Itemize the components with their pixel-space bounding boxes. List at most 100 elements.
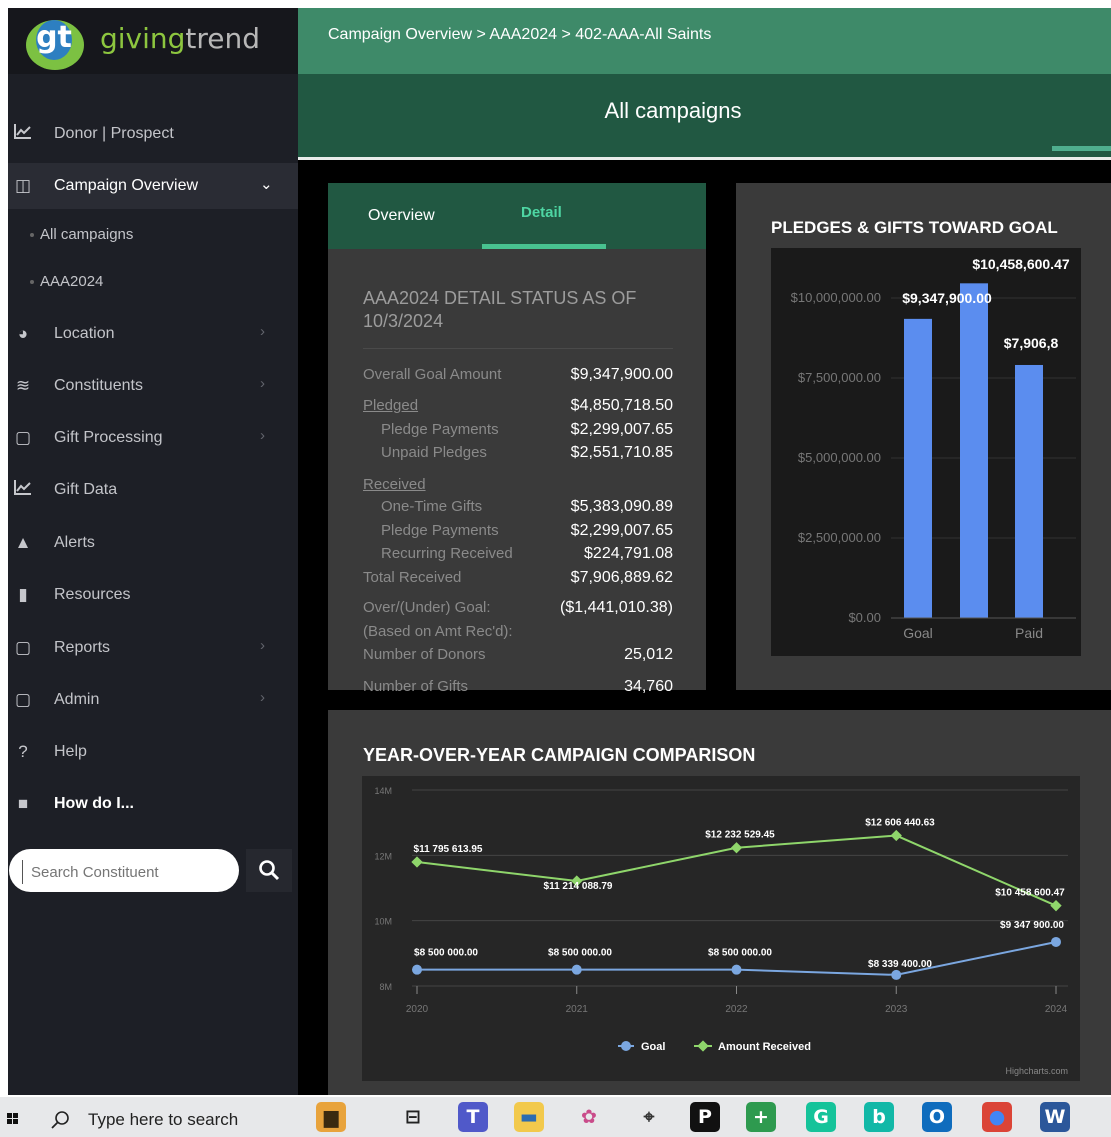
maps-icon[interactable]: ⌖ bbox=[634, 1102, 664, 1132]
task-view-icon[interactable]: ⊟ bbox=[398, 1102, 428, 1132]
detail-row-label[interactable]: Received bbox=[363, 476, 426, 493]
sidebar-item-admin[interactable]: ▢ Admin › bbox=[8, 677, 298, 723]
teams-icon[interactable]: T bbox=[458, 1102, 488, 1132]
x-tick-label: 2022 bbox=[725, 1004, 748, 1015]
parking-icon[interactable]: P bbox=[690, 1102, 720, 1132]
note-icon: ▢ bbox=[14, 428, 32, 447]
sidebar-item-label: Constituents bbox=[54, 377, 143, 394]
data-label: $10,458,600.47 bbox=[972, 256, 1070, 272]
sidebar-item-donor-prospect[interactable]: Donor | Prospect bbox=[8, 111, 298, 157]
yoy-chart-title: YEAR-OVER-YEAR CAMPAIGN COMPARISON bbox=[363, 745, 756, 765]
detail-row: Number of Donors 25,012 bbox=[363, 646, 673, 663]
x-tick-label: 2023 bbox=[885, 1004, 908, 1015]
detail-row-value: 34,760 bbox=[624, 678, 673, 695]
grammarly-icon[interactable]: G bbox=[806, 1102, 836, 1132]
y-tick-label: $2,500,000.00 bbox=[798, 530, 881, 545]
sidebar-item-label: Help bbox=[54, 743, 87, 760]
sidebar-item-label: Alerts bbox=[54, 534, 95, 551]
detail-row: (Based on Amt Rec'd): bbox=[363, 623, 673, 640]
data-point bbox=[731, 964, 742, 975]
briefcase-icon[interactable]: ▆ bbox=[316, 1102, 346, 1132]
y-tick-label: 12M bbox=[374, 851, 392, 861]
sidebar-item-reports[interactable]: ▢ Reports › bbox=[8, 625, 298, 671]
y-tick-label: $5,000,000.00 bbox=[798, 450, 881, 465]
sidebar-item-gift-processing[interactable]: ▢ Gift Processing › bbox=[8, 415, 298, 461]
logo-mark: gt bbox=[26, 20, 84, 70]
video-icon: ■ bbox=[17, 794, 29, 813]
data-label: $11 795 613.95 bbox=[414, 844, 483, 855]
line-chart-icon bbox=[12, 123, 34, 145]
tab-detail[interactable]: Detail bbox=[521, 204, 562, 221]
detail-divider bbox=[363, 348, 673, 349]
y-tick-label: $7,500,000.00 bbox=[798, 370, 881, 385]
sidebar-item-campaign-overview[interactable]: ◫ Campaign Overview ⌄ bbox=[8, 163, 298, 209]
sidebar-subitem-all-campaigns[interactable]: All campaigns bbox=[30, 226, 134, 243]
pledges-chart: $0.00 $2,500,000.00 $5,000,000.00 $7,500,00… bbox=[771, 248, 1081, 656]
search-icon bbox=[259, 860, 280, 881]
chevron-down-icon: ⌄ bbox=[260, 176, 273, 193]
sidebar-item-constituents[interactable]: ≋ Constituents › bbox=[8, 363, 298, 409]
question-icon: ? bbox=[18, 742, 28, 761]
table-icon: ◫ bbox=[14, 176, 32, 195]
legend-goal-marker bbox=[621, 1041, 631, 1051]
sidebar-item-resources[interactable]: ▮ Resources bbox=[8, 572, 298, 618]
sidebar-item-gift-data[interactable]: Gift Data bbox=[8, 467, 298, 513]
sidebar-item-how-do-i[interactable]: ■ How do I... bbox=[8, 781, 298, 827]
word-icon[interactable]: W bbox=[1040, 1102, 1070, 1132]
sidebar-item-help[interactable]: ? Help bbox=[8, 729, 298, 775]
detail-row-label[interactable]: Pledged bbox=[363, 397, 418, 414]
note-icon: ▢ bbox=[14, 690, 32, 709]
x-tick-label: 2021 bbox=[566, 1004, 589, 1015]
data-label: $8 500 000.00 bbox=[708, 948, 772, 959]
detail-row-label: Over/(Under) Goal: bbox=[363, 599, 491, 616]
taskbar-search-icon[interactable] bbox=[50, 1110, 70, 1135]
detail-row: Recurring Received $224,791.08 bbox=[363, 545, 673, 562]
sidebar-item-label: Gift Processing bbox=[54, 429, 163, 446]
file-explorer-icon[interactable]: ▬ bbox=[514, 1102, 544, 1132]
detail-row-label: (Based on Amt Rec'd): bbox=[363, 623, 513, 640]
chart-background bbox=[362, 776, 1080, 1081]
detail-row-label: Unpaid Pledges bbox=[381, 444, 487, 461]
search-constituent-input[interactable] bbox=[22, 860, 233, 884]
x-tick-label: 2024 bbox=[1045, 1004, 1068, 1015]
y-tick-label: $0.00 bbox=[848, 610, 881, 625]
pledges-chart-title: PLEDGES & GIFTS TOWARD GOAL bbox=[771, 218, 1058, 237]
title-accent-bar bbox=[1052, 146, 1111, 151]
taskbar-search-input[interactable]: Type here to search bbox=[88, 1110, 238, 1130]
logo[interactable]: gt givingtrend bbox=[8, 8, 298, 74]
plus-app-icon[interactable]: + bbox=[746, 1102, 776, 1132]
subitem-label: AAA2024 bbox=[40, 273, 104, 290]
y-tick-label: 8M bbox=[379, 982, 392, 992]
search-button[interactable] bbox=[246, 849, 292, 892]
sidebar-item-location[interactable]: ◕ Location › bbox=[8, 311, 298, 357]
note-icon: ▢ bbox=[14, 638, 32, 657]
detail-row: Pledge Payments $2,299,007.65 bbox=[363, 421, 673, 438]
chevron-right-icon: › bbox=[260, 427, 265, 444]
detail-row: Pledge Payments $2,299,007.65 bbox=[363, 522, 673, 539]
detail-row-value: $2,299,007.65 bbox=[570, 421, 673, 438]
breadcrumb[interactable]: Campaign Overview > AAA2024 > 402-AAA-Al… bbox=[328, 26, 711, 44]
bing-icon[interactable]: b bbox=[864, 1102, 894, 1132]
warning-icon: ▲ bbox=[14, 533, 32, 552]
bullet-icon bbox=[30, 233, 34, 237]
app-icon[interactable]: ✿ bbox=[574, 1102, 604, 1132]
x-tick-label: 2020 bbox=[406, 1004, 429, 1015]
start-icon[interactable] bbox=[7, 1112, 19, 1124]
outlook-icon[interactable]: O bbox=[922, 1102, 952, 1132]
detail-heading: AAA2024 DETAIL STATUS AS OF 10/3/2024 bbox=[363, 288, 637, 331]
subitem-label: All campaigns bbox=[40, 226, 134, 243]
active-tab-indicator bbox=[482, 244, 606, 249]
chart-credit: Highcharts.com bbox=[1005, 1066, 1068, 1076]
data-point bbox=[571, 964, 582, 975]
tab-overview[interactable]: Overview bbox=[368, 207, 435, 225]
data-label: $9 347 900.00 bbox=[1000, 920, 1064, 931]
page-title: All campaigns bbox=[604, 98, 742, 123]
detail-row-label: Overall Goal Amount bbox=[363, 366, 502, 383]
detail-row: Total Received $7,906,889.62 bbox=[363, 569, 673, 586]
sidebar-subitem-aaa2024[interactable]: AAA2024 bbox=[30, 273, 104, 290]
sidebar-item-alerts[interactable]: ▲ Alerts bbox=[8, 520, 298, 566]
detail-row: Number of Gifts 34,760 bbox=[363, 678, 673, 695]
book-icon: ▮ bbox=[18, 585, 28, 604]
chrome-icon[interactable]: ● bbox=[982, 1102, 1012, 1132]
sidebar-item-label: Gift Data bbox=[54, 481, 118, 498]
